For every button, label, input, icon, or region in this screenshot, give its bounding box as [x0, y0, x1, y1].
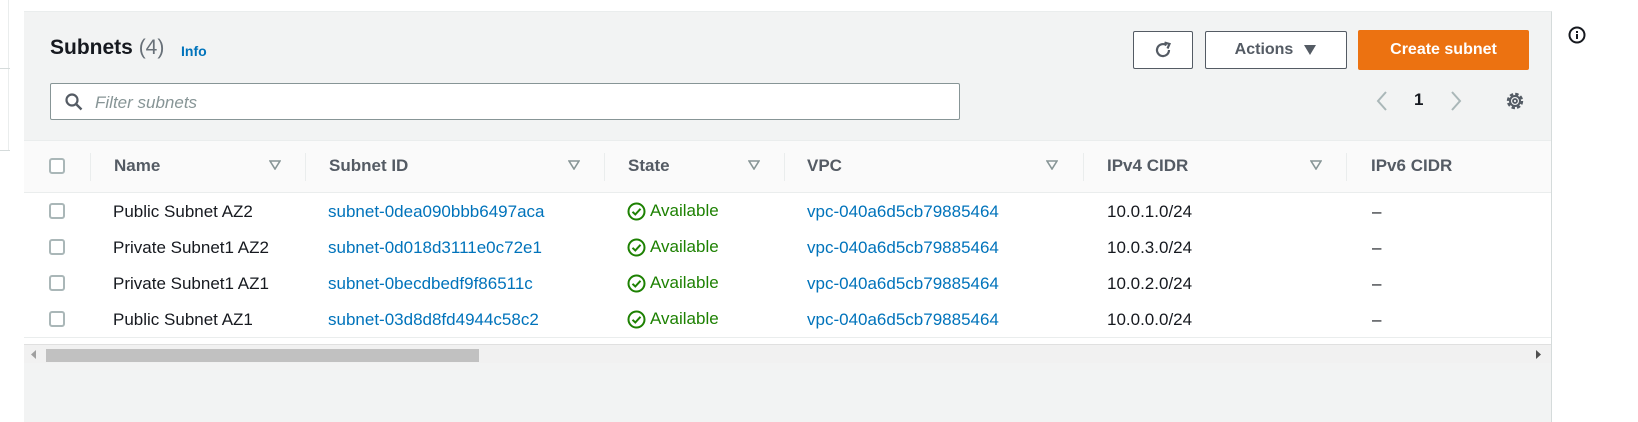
sort-icon[interactable] — [269, 160, 281, 170]
column-header-vpc[interactable]: VPC — [807, 156, 842, 176]
table-row[interactable]: Private Subnet1 AZ1 subnet-0becdbedf9f86… — [24, 265, 1551, 302]
side-nav-edge — [0, 0, 24, 422]
ipv4-cidr: 10.0.2.0/24 — [1107, 274, 1193, 293]
actions-dropdown-button[interactable]: Actions — [1205, 31, 1347, 69]
state-cell: Available — [627, 237, 719, 257]
page-number[interactable]: 1 — [1414, 90, 1423, 110]
filter-field[interactable] — [50, 83, 960, 120]
vpc-link[interactable]: vpc-040a6d5cb79885464 — [807, 202, 999, 222]
state-cell: Available — [627, 309, 719, 329]
column-header-subnet-id[interactable]: Subnet ID — [329, 156, 408, 176]
column-header-state[interactable]: State — [628, 156, 670, 176]
subnet-name: Private Subnet1 AZ2 — [113, 238, 269, 257]
column-divider — [784, 153, 785, 181]
subnet-name: Public Subnet AZ2 — [113, 202, 253, 221]
side-nav-divider — [8, 0, 9, 150]
page-title: Subnets (4) — [50, 36, 164, 60]
vpc-link[interactable]: vpc-040a6d5cb79885464 — [807, 310, 999, 330]
table-header: Name Subnet ID State VPC IPv4 CIDR IPv6 … — [24, 140, 1551, 193]
side-nav-divider — [0, 150, 10, 151]
horizontal-scrollbar[interactable] — [24, 344, 1551, 363]
vpc-link[interactable]: vpc-040a6d5cb79885464 — [807, 238, 999, 258]
info-icon[interactable] — [1568, 26, 1586, 44]
column-divider — [1083, 153, 1084, 181]
ipv6-cidr: – — [1372, 238, 1382, 257]
vpc-link[interactable]: vpc-040a6d5cb79885464 — [807, 274, 999, 294]
table-row[interactable]: Public Subnet AZ1 subnet-03d8d8fd4944c58… — [24, 301, 1551, 338]
column-divider — [604, 153, 605, 181]
column-divider — [90, 153, 91, 181]
sort-icon[interactable] — [1046, 160, 1058, 170]
create-subnet-button[interactable]: Create subnet — [1358, 30, 1529, 70]
select-all-checkbox[interactable] — [49, 158, 65, 174]
sort-icon[interactable] — [748, 160, 760, 170]
help-rail — [1553, 0, 1638, 422]
subnet-id-link[interactable]: subnet-03d8d8fd4944c58c2 — [328, 310, 539, 330]
row-checkbox[interactable] — [49, 203, 65, 219]
scrollbar-thumb[interactable] — [46, 349, 479, 362]
ipv4-cidr: 10.0.1.0/24 — [1107, 202, 1193, 221]
refresh-icon — [1155, 41, 1172, 58]
column-header-name[interactable]: Name — [114, 156, 160, 176]
subnets-table: Name Subnet ID State VPC IPv4 CIDR IPv6 … — [24, 140, 1551, 344]
state-cell: Available — [627, 201, 719, 221]
subnet-id-link[interactable]: subnet-0becdbedf9f86511c — [328, 274, 533, 294]
ipv4-cidr: 10.0.0.0/24 — [1107, 310, 1193, 329]
gear-icon[interactable] — [1504, 90, 1526, 112]
caret-down-icon — [1304, 45, 1317, 55]
title-text: Subnets — [50, 36, 133, 59]
subnet-id-link[interactable]: subnet-0d018d3111e0c72e1 — [328, 238, 542, 258]
sort-icon[interactable] — [1310, 160, 1322, 170]
side-nav-divider — [0, 68, 10, 69]
ipv6-cidr: – — [1372, 202, 1382, 221]
check-circle-icon — [627, 202, 646, 220]
scroll-right-arrow-icon[interactable] — [1534, 349, 1542, 360]
subnet-name: Private Subnet1 AZ1 — [113, 274, 269, 293]
check-circle-icon — [627, 238, 646, 256]
row-checkbox[interactable] — [49, 239, 65, 255]
sort-icon[interactable] — [568, 160, 580, 170]
column-header-ipv4-cidr[interactable]: IPv4 CIDR — [1107, 156, 1188, 176]
state-label: Available — [650, 201, 719, 220]
column-divider — [305, 153, 306, 181]
ipv6-cidr: – — [1372, 310, 1382, 329]
check-circle-icon — [627, 274, 646, 292]
scroll-left-arrow-icon[interactable] — [30, 349, 38, 360]
subnet-name: Public Subnet AZ1 — [113, 310, 253, 329]
row-checkbox[interactable] — [49, 311, 65, 327]
column-header-ipv6-cidr[interactable]: IPv6 CIDR — [1371, 156, 1452, 176]
next-page-icon[interactable] — [1449, 90, 1463, 112]
actions-label: Actions — [1234, 41, 1294, 58]
previous-page-icon[interactable] — [1375, 90, 1389, 112]
subnet-count: (4) — [138, 36, 165, 59]
ipv4-cidr: 10.0.3.0/24 — [1107, 238, 1193, 257]
state-label: Available — [650, 273, 719, 292]
subnet-id-link[interactable]: subnet-0dea090bbb6497aca — [328, 202, 544, 222]
state-cell: Available — [627, 273, 719, 293]
table-row[interactable]: Public Subnet AZ2 subnet-0dea090bbb6497a… — [24, 193, 1551, 230]
info-link[interactable]: Info — [181, 43, 207, 59]
column-divider — [1346, 153, 1347, 181]
check-circle-icon — [627, 310, 646, 328]
ipv6-cidr: – — [1372, 274, 1382, 293]
table-row[interactable]: Private Subnet1 AZ2 subnet-0d018d3111e0c… — [24, 229, 1551, 266]
state-label: Available — [650, 309, 719, 328]
refresh-button[interactable] — [1133, 31, 1193, 69]
search-icon — [65, 93, 83, 111]
state-label: Available — [650, 237, 719, 256]
row-checkbox[interactable] — [49, 275, 65, 291]
filter-input[interactable] — [93, 88, 947, 117]
